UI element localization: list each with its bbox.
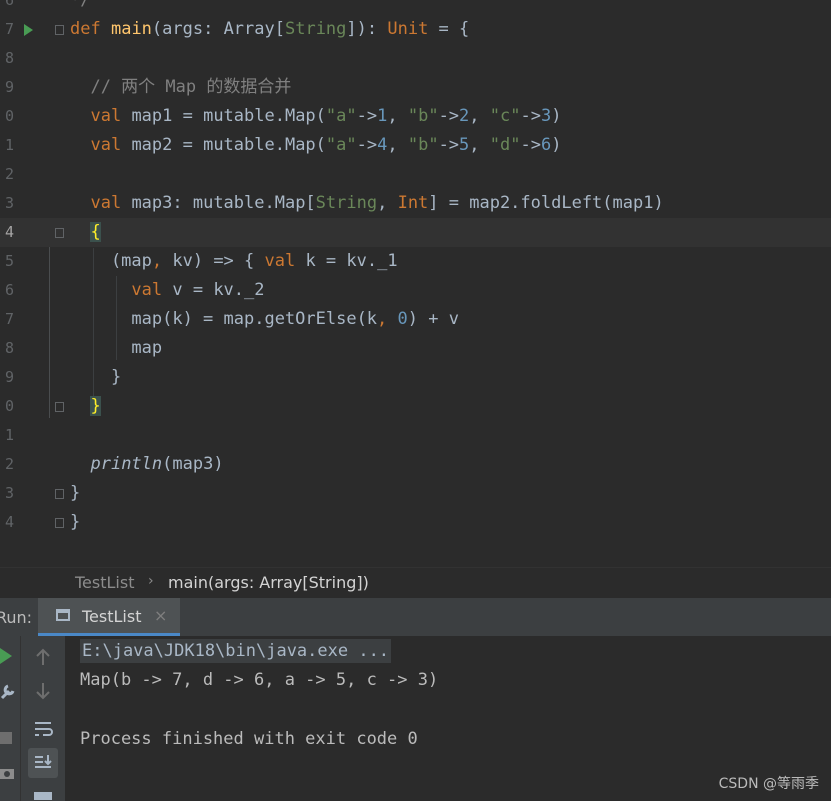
rerun-icon[interactable] — [0, 648, 14, 664]
run-console[interactable]: E:\java\JDK18\bin\java.exe ... Map(b -> … — [0, 636, 831, 801]
code-line: 0 val map1 = mutable.Map("a"->1, "b"->2,… — [0, 102, 831, 131]
line-number: 2 — [4, 165, 14, 183]
code-line-current: 4 { — [0, 218, 831, 247]
code-text: map — [70, 338, 163, 358]
fold-marker-icon[interactable] — [55, 489, 64, 499]
breadcrumb-file[interactable]: TestList — [75, 573, 134, 592]
breadcrumb-method[interactable]: main(args: Array[String]) — [168, 573, 369, 592]
soft-wrap-icon[interactable] — [33, 720, 53, 738]
tab-testlist[interactable]: TestList × — [38, 598, 180, 636]
line-number: 8 — [4, 49, 14, 67]
code-text: { — [90, 222, 101, 242]
code-line: 7 map(k) = map.getOrElse(k, 0) + v — [0, 305, 831, 334]
code-text: } — [70, 483, 81, 503]
code-line: 9 } — [0, 363, 831, 392]
code-line: 8 — [0, 44, 831, 73]
code-line: 8 map — [0, 334, 831, 363]
line-number: 9 — [4, 78, 14, 96]
code-line: 6 */ — [0, 0, 831, 15]
code-line: 1 val map2 = mutable.Map("a"->4, "b"->5,… — [0, 131, 831, 160]
code-editor[interactable]: 6 */ 7 def main(args: Array[String]): Un… — [0, 0, 831, 567]
code-text: (map, kv) => { val k = kv._1 — [70, 251, 398, 271]
code-text: println(map3) — [90, 454, 224, 474]
stop-icon[interactable] — [0, 732, 12, 744]
code-line: 2 — [0, 160, 831, 189]
code-line: 3 } — [0, 479, 831, 508]
code-line: 4 } — [0, 508, 831, 537]
fold-marker-icon[interactable] — [55, 228, 64, 238]
console-exit-line: Process finished with exit code 0 — [80, 729, 418, 749]
run-toolbar — [0, 636, 20, 801]
breadcrumb-separator: › — [148, 573, 154, 589]
line-number: 9 — [4, 368, 14, 386]
line-number: 1 — [4, 426, 14, 444]
code-line: 7 def main(args: Array[String]): Unit = … — [0, 15, 831, 44]
line-number: 5 — [4, 252, 14, 270]
code-line: 0 } — [0, 392, 831, 421]
line-number: 7 — [4, 20, 14, 38]
line-number: 2 — [4, 455, 14, 473]
code-line: 6 val v = kv._2 — [0, 276, 831, 305]
console-command-line: E:\java\JDK18\bin\java.exe ... — [80, 639, 392, 663]
run-label: Run: — [0, 608, 33, 627]
line-number: 3 — [4, 194, 14, 212]
line-number: 3 — [4, 484, 14, 502]
console-icon — [56, 609, 70, 621]
fold-marker-icon[interactable] — [55, 518, 64, 528]
line-number: 7 — [4, 310, 14, 328]
line-number: 6 — [4, 281, 14, 299]
print-icon[interactable] — [34, 790, 52, 800]
code-text: */ — [70, 0, 91, 10]
line-number: 0 — [4, 397, 14, 415]
code-text: val map1 = mutable.Map("a"->1, "b"->2, "… — [90, 106, 562, 126]
code-text: val v = kv._2 — [131, 280, 265, 300]
code-line: 2 println(map3) — [0, 450, 831, 479]
run-tool-window-header: Run: TestList × — [0, 598, 831, 637]
console-output-line: Map(b -> 7, d -> 6, a -> 5, c -> 3) — [80, 670, 439, 690]
code-text: } — [90, 396, 101, 416]
line-number: 4 — [4, 513, 14, 531]
close-icon[interactable]: × — [154, 606, 167, 625]
code-text: map(k) = map.getOrElse(k, 0) + v — [70, 309, 459, 329]
line-number: 0 — [4, 107, 14, 125]
fold-marker-icon[interactable] — [55, 25, 64, 35]
code-line: 5 (map, kv) => { val k = kv._1 — [0, 247, 831, 276]
arrow-up-icon[interactable] — [35, 648, 51, 666]
scroll-to-end-icon — [35, 755, 52, 768]
console-toolbar — [20, 636, 65, 801]
tab-label: TestList — [82, 607, 142, 626]
code-line: 3 val map3: mutable.Map[String, Int] = m… — [0, 189, 831, 218]
line-number: 1 — [4, 136, 14, 154]
code-text: val map3: mutable.Map[String, Int] = map… — [90, 193, 664, 213]
code-text: val map2 = mutable.Map("a"->4, "b"->5, "… — [90, 135, 562, 155]
camera-icon[interactable] — [0, 766, 14, 780]
line-number: 6 — [4, 0, 14, 9]
code-line: 9 // 两个 Map 的数据合并 — [0, 73, 831, 102]
code-text: } — [70, 512, 81, 532]
code-text: // 两个 Map 的数据合并 — [70, 77, 292, 97]
code-text: def main(args: Array[String]): Unit = { — [70, 19, 470, 39]
arrow-down-icon[interactable] — [35, 682, 51, 700]
line-number: 8 — [4, 339, 14, 357]
scroll-to-end-button[interactable] — [28, 748, 58, 778]
fold-marker-icon[interactable] — [55, 402, 64, 412]
run-gutter-icon[interactable] — [24, 24, 33, 36]
line-number: 4 — [4, 223, 14, 241]
code-line: 1 — [0, 421, 831, 450]
wrench-icon[interactable] — [0, 682, 16, 700]
code-text: } — [70, 367, 122, 387]
watermark: CSDN @等雨季 — [718, 776, 819, 792]
breadcrumb: TestList › main(args: Array[String]) — [0, 567, 831, 599]
